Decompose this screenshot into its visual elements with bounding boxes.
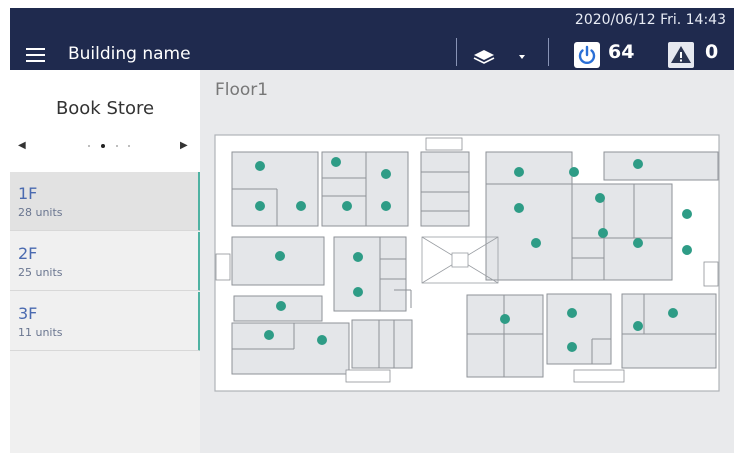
power-button[interactable] [574, 42, 600, 68]
unit-marker[interactable] [514, 203, 524, 213]
unit-marker[interactable] [353, 287, 363, 297]
previous-store-arrow-icon[interactable]: ◀ [18, 140, 26, 151]
alert-icon [671, 46, 691, 63]
sidebar: Book Store ◀ ▶ 1F 28 units 2F 25 units 3… [10, 70, 202, 453]
unit-marker[interactable] [633, 159, 643, 169]
floor-name: 2F [18, 244, 38, 263]
floor-item-1f[interactable]: 1F 28 units [10, 172, 202, 231]
unit-marker[interactable] [500, 314, 510, 324]
pagination-dot[interactable] [116, 145, 118, 147]
unit-marker[interactable] [682, 245, 692, 255]
layers-dropdown-button[interactable] [472, 43, 532, 69]
floor-plan-map[interactable] [214, 134, 722, 394]
floor-name: 3F [18, 304, 38, 323]
floor-item-3f[interactable]: 3F 11 units [10, 292, 202, 351]
unit-marker[interactable] [682, 209, 692, 219]
menu-icon[interactable] [26, 48, 45, 63]
floor-units: 11 units [18, 326, 63, 339]
unit-marker[interactable] [567, 342, 577, 352]
chevron-down-icon [519, 55, 525, 59]
divider [456, 38, 457, 66]
layers-icon [473, 50, 495, 64]
next-store-arrow-icon[interactable]: ▶ [180, 140, 188, 151]
pagination-dot[interactable] [128, 145, 130, 147]
unit-marker[interactable] [255, 201, 265, 211]
unit-marker[interactable] [317, 335, 327, 345]
unit-marker[interactable] [331, 157, 341, 167]
floor-title: Floor1 [215, 80, 269, 100]
floor-units: 25 units [18, 266, 63, 279]
datetime: 2020/06/12 Fri. 14:43 [574, 12, 726, 28]
power-count: 64 [608, 41, 635, 63]
unit-marker[interactable] [255, 161, 265, 171]
divider [548, 38, 549, 66]
alert-button[interactable] [668, 42, 694, 68]
alert-count: 0 [705, 41, 719, 63]
unit-marker[interactable] [633, 321, 643, 331]
unit-marker[interactable] [353, 252, 363, 262]
floor-item-2f[interactable]: 2F 25 units [10, 232, 202, 291]
floor-name: 1F [18, 184, 38, 203]
pagination-dot[interactable] [88, 145, 90, 147]
unit-marker[interactable] [514, 167, 524, 177]
unit-marker[interactable] [296, 201, 306, 211]
unit-marker[interactable] [381, 201, 391, 211]
unit-marker[interactable] [598, 228, 608, 238]
main-panel: Floor1 [200, 70, 734, 453]
store-selector: Book Store ◀ ▶ [10, 70, 200, 172]
pagination-dots [80, 144, 136, 148]
floor-units: 28 units [18, 206, 63, 219]
unit-marker[interactable] [276, 301, 286, 311]
unit-marker[interactable] [264, 330, 274, 340]
unit-marker[interactable] [633, 238, 643, 248]
top-bar: 2020/06/12 Fri. 14:43 Building name 64 0 [10, 8, 734, 70]
unit-marker[interactable] [342, 201, 352, 211]
unit-marker[interactable] [569, 167, 579, 177]
unit-marker[interactable] [531, 238, 541, 248]
unit-marker[interactable] [381, 169, 391, 179]
pagination-dot-active[interactable] [101, 144, 105, 148]
store-name: Book Store [55, 98, 155, 119]
unit-marker[interactable] [567, 308, 577, 318]
unit-marker[interactable] [668, 308, 678, 318]
building-name[interactable]: Building name [68, 44, 191, 64]
unit-marker[interactable] [595, 193, 605, 203]
unit-marker[interactable] [275, 251, 285, 261]
power-icon [578, 45, 596, 65]
